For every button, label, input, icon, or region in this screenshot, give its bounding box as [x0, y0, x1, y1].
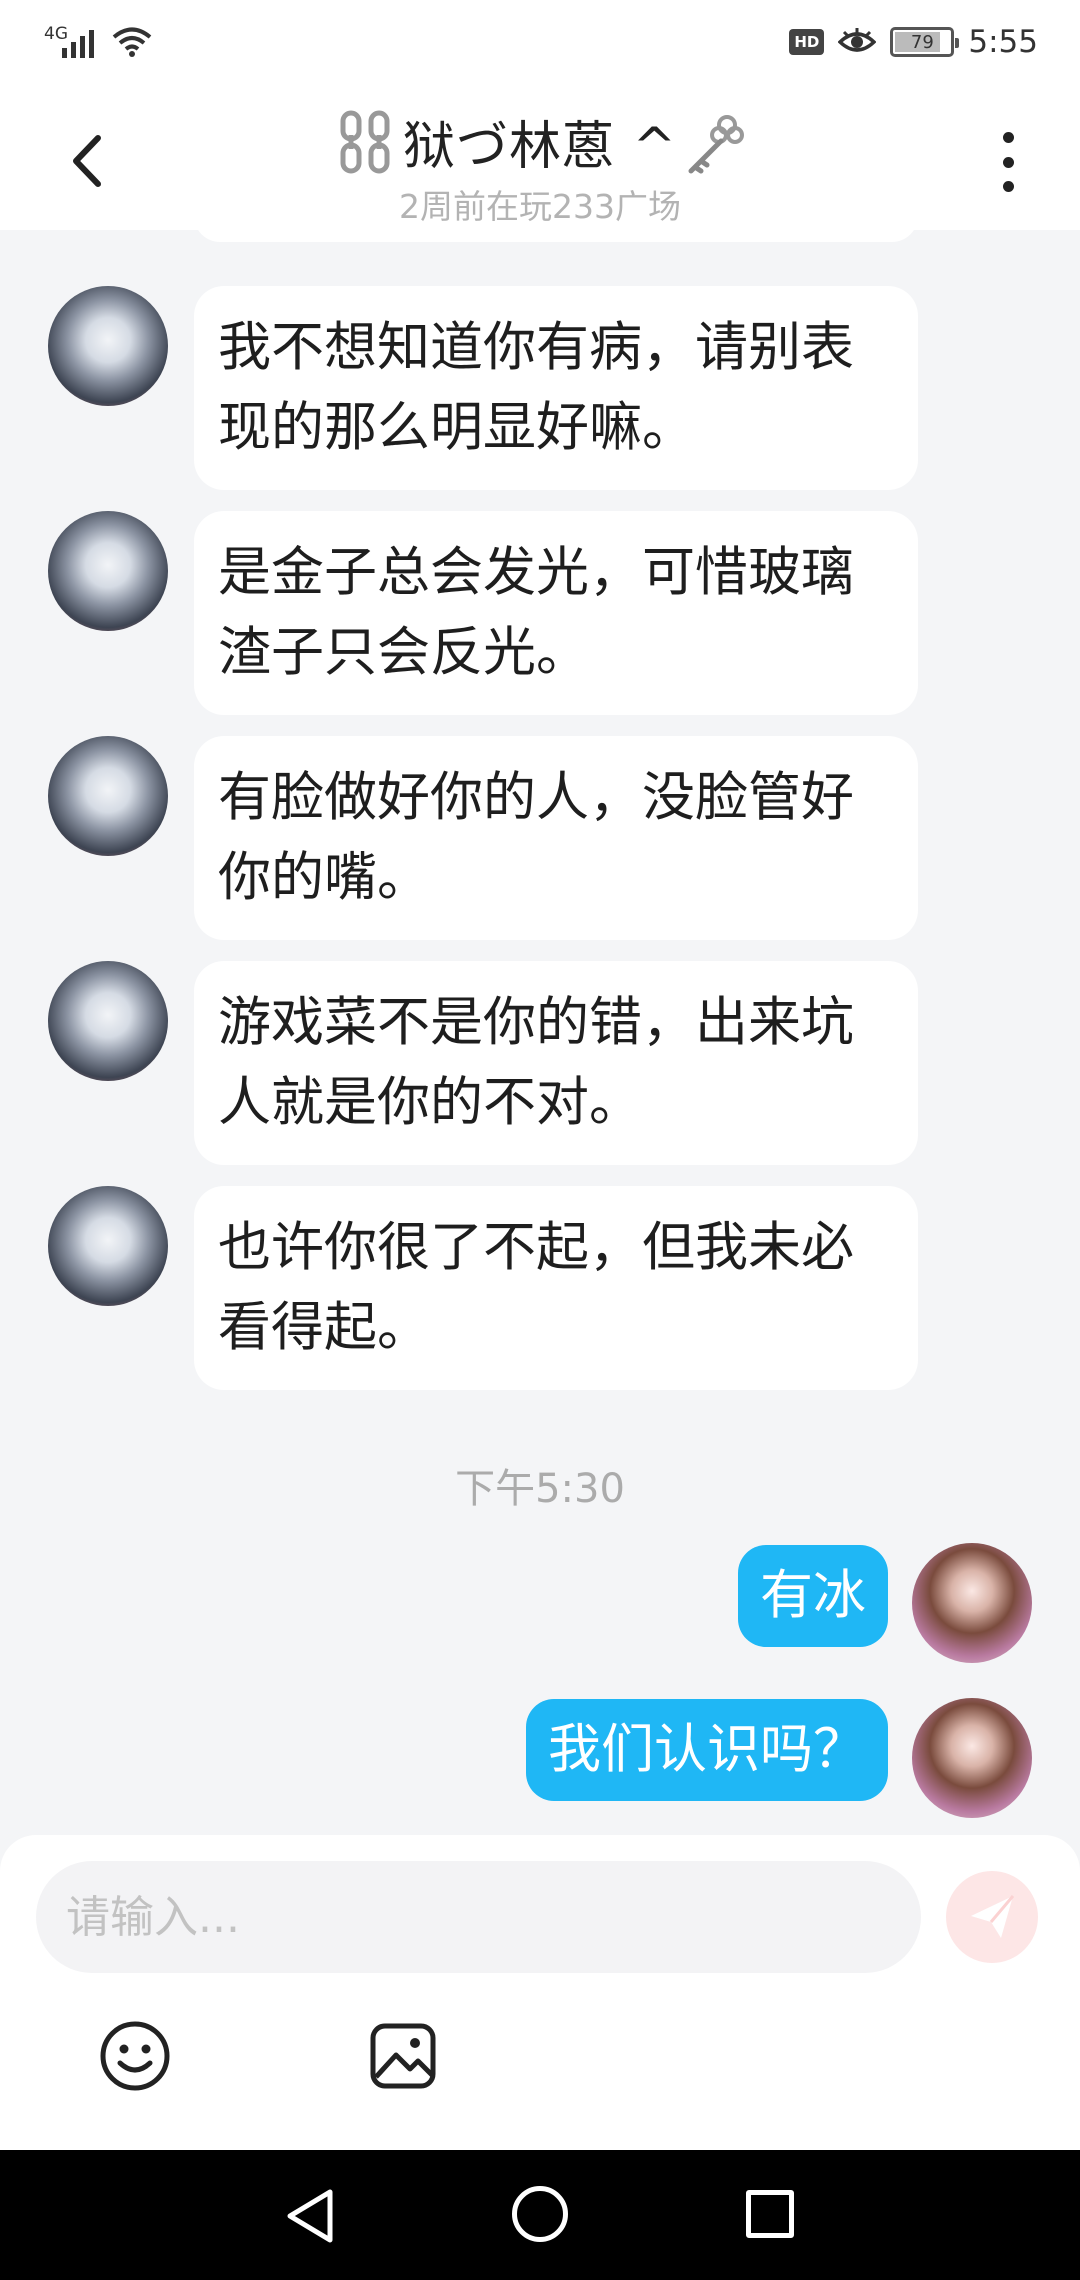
- status-right: HD 79 5:55: [789, 24, 1038, 60]
- message-bubble[interactable]: 是金子总会发光，可惜玻璃渣子只会反光。: [194, 511, 918, 715]
- chat-header: 狱づ林蒽 ^ 2周前在玩233广场: [0, 90, 1080, 230]
- system-nav-bar: [0, 2150, 1080, 2280]
- previous-message-fragment: [194, 230, 918, 242]
- nav-home-icon[interactable]: [512, 2186, 568, 2242]
- battery-level: 79: [910, 31, 934, 53]
- status-bar: 4G HD 79 5:55: [0, 0, 1080, 90]
- status-left: 4G: [44, 24, 152, 58]
- wifi-icon: [112, 27, 152, 57]
- battery-icon: 79: [890, 27, 960, 57]
- message-bubble-sent[interactable]: 有冰: [738, 1545, 888, 1647]
- timestamp: 下午5:30: [455, 1466, 625, 1512]
- contact-avatar[interactable]: [48, 961, 168, 1081]
- contact-avatar[interactable]: [48, 511, 168, 631]
- send-icon: [971, 1895, 1015, 1938]
- contact-avatar[interactable]: [48, 1186, 168, 1306]
- message-bubble[interactable]: 我不想知道你有病，请别表现的那么明显好嘛。: [194, 286, 918, 490]
- composer: [0, 1835, 1080, 2150]
- contact-avatar[interactable]: [48, 286, 168, 406]
- message-bubble[interactable]: 也许你很了不起，但我未必看得起。: [194, 1186, 918, 1390]
- message-bubble[interactable]: 游戏菜不是你的错，出来坑人就是你的不对。: [194, 961, 918, 1165]
- clock: 5:55: [968, 24, 1038, 60]
- network-label: 4G: [44, 24, 68, 44]
- my-avatar[interactable]: [912, 1543, 1032, 1663]
- last-active-status: 2周前在玩233广场: [399, 187, 681, 226]
- hd-badge: HD: [789, 29, 825, 55]
- more-icon[interactable]: [988, 132, 1028, 192]
- nav-recent-icon[interactable]: [746, 2190, 794, 2238]
- send-button[interactable]: [946, 1871, 1038, 1963]
- page-title: 狱づ林蒽 ^: [402, 117, 678, 177]
- key-icon: [688, 114, 745, 173]
- message-input[interactable]: [36, 1861, 921, 1973]
- image-icon[interactable]: [368, 2021, 438, 2091]
- eye-icon: [838, 28, 877, 52]
- message-bubble-sent[interactable]: 我们认识吗？: [526, 1699, 888, 1801]
- title-row: 狱づ林蒽 ^: [0, 104, 1080, 179]
- message-bubble[interactable]: 有脸做好你的人，没脸管好你的嘴。: [194, 736, 918, 940]
- contact-avatar[interactable]: [48, 736, 168, 856]
- my-avatar[interactable]: [912, 1698, 1032, 1818]
- chain-icon: [340, 110, 390, 173]
- chat-area[interactable]: 我不想知道你有病，请别表现的那么明显好嘛。 是金子总会发光，可惜玻璃渣子只会反光…: [0, 230, 1080, 1835]
- emoji-icon[interactable]: [98, 2019, 172, 2093]
- nav-back-icon[interactable]: [282, 2186, 338, 2246]
